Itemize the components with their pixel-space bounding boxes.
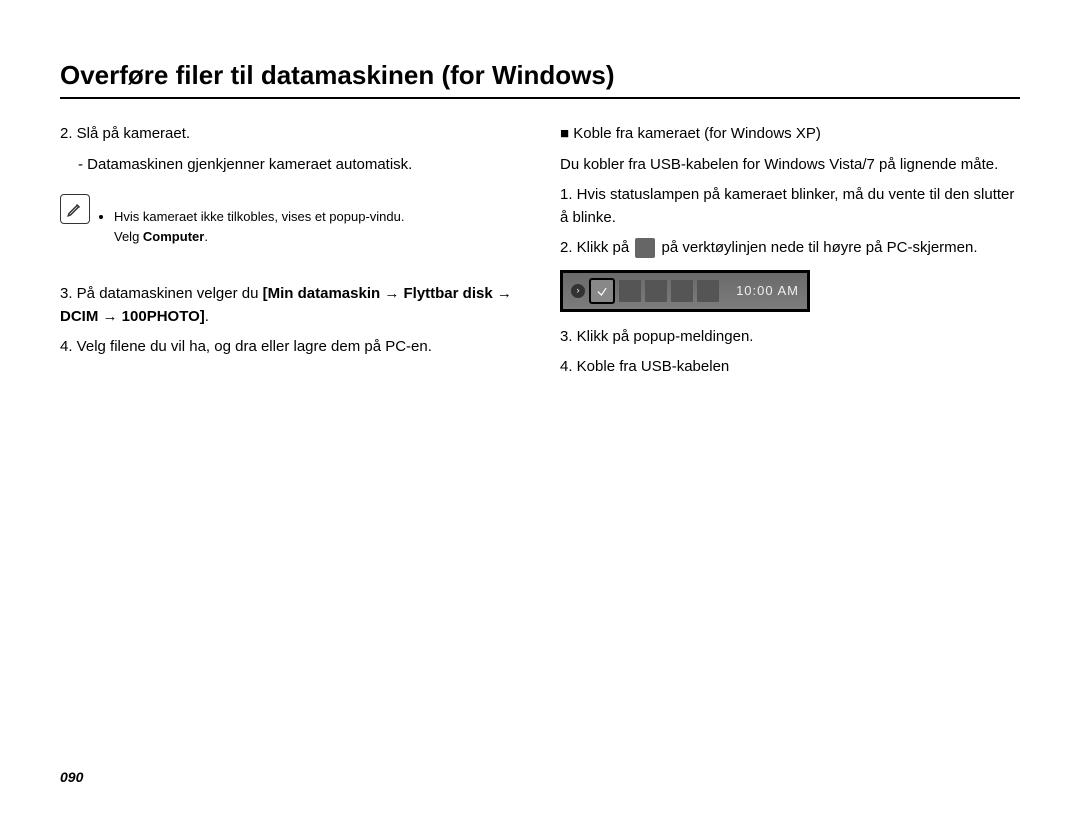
- page-title: Overføre filer til datamaskinen (for Win…: [60, 60, 1020, 99]
- safely-remove-tray-icon: [589, 278, 615, 304]
- r-step-1: 1. Hvis statuslampen på kameraet blinker…: [560, 184, 1020, 229]
- taskbar-clock: 10:00 AM: [736, 281, 799, 301]
- note-text-bold: Computer: [143, 229, 204, 244]
- step-3-post: .: [205, 308, 209, 325]
- right-column: Koble fra kameraet (for Windows XP) Du k…: [560, 123, 1020, 387]
- page-number: 090: [60, 769, 83, 785]
- intro-text: Du kobler fra USB-kabelen for Windows Vi…: [560, 154, 1020, 177]
- pencil-note-icon: [60, 194, 90, 224]
- r-step-2-post: på verktøylinjen nede til høyre på PC-sk…: [657, 239, 977, 256]
- step-2: 2. Slå på kameraet.: [60, 123, 520, 146]
- subsection-heading: Koble fra kameraet (for Windows XP): [560, 123, 1020, 146]
- left-column: 2. Slå på kameraet. - Datamaskinen gjenk…: [60, 123, 520, 387]
- subsection-heading-text: Koble fra kameraet (for Windows XP): [573, 125, 821, 142]
- note-text: Hvis kameraet ikke tilkobles, vises et p…: [114, 209, 404, 224]
- tray-icon: [697, 280, 719, 302]
- tray-expand-icon: ›: [571, 284, 585, 298]
- tray-icon: [671, 280, 693, 302]
- step-3-pre: 3. På datamaskinen velger du: [60, 285, 263, 302]
- step-4: 4. Velg filene du vil ha, og dra eller l…: [60, 336, 520, 359]
- tray-icon: [645, 280, 667, 302]
- r-step-4: 4. Koble fra USB-kabelen: [560, 356, 1020, 379]
- r-step-3: 3. Klikk på popup-meldingen.: [560, 326, 1020, 349]
- note-text-post: .: [204, 229, 208, 244]
- step-2-sub: - Datamaskinen gjenkjenner kameraet auto…: [78, 154, 520, 177]
- note-line: Hvis kameraet ikke tilkobles, vises et p…: [114, 207, 404, 246]
- step-3: 3. På datamaskinen velger du [Min datama…: [60, 283, 520, 328]
- r-step-2: 2. Klikk på på verktøylinjen nede til hø…: [560, 237, 1020, 260]
- taskbar-screenshot: › 10:00 AM: [560, 270, 810, 312]
- note-list: Hvis kameraet ikke tilkobles, vises et p…: [100, 207, 404, 250]
- note-box: Hvis kameraet ikke tilkobles, vises et p…: [60, 190, 520, 267]
- safely-remove-icon: [635, 238, 655, 258]
- tray-icons-group: ›: [571, 278, 730, 304]
- r-step-2-pre: 2. Klikk på: [560, 239, 633, 256]
- note-text-pre: Velg: [114, 229, 143, 244]
- tray-icon: [619, 280, 641, 302]
